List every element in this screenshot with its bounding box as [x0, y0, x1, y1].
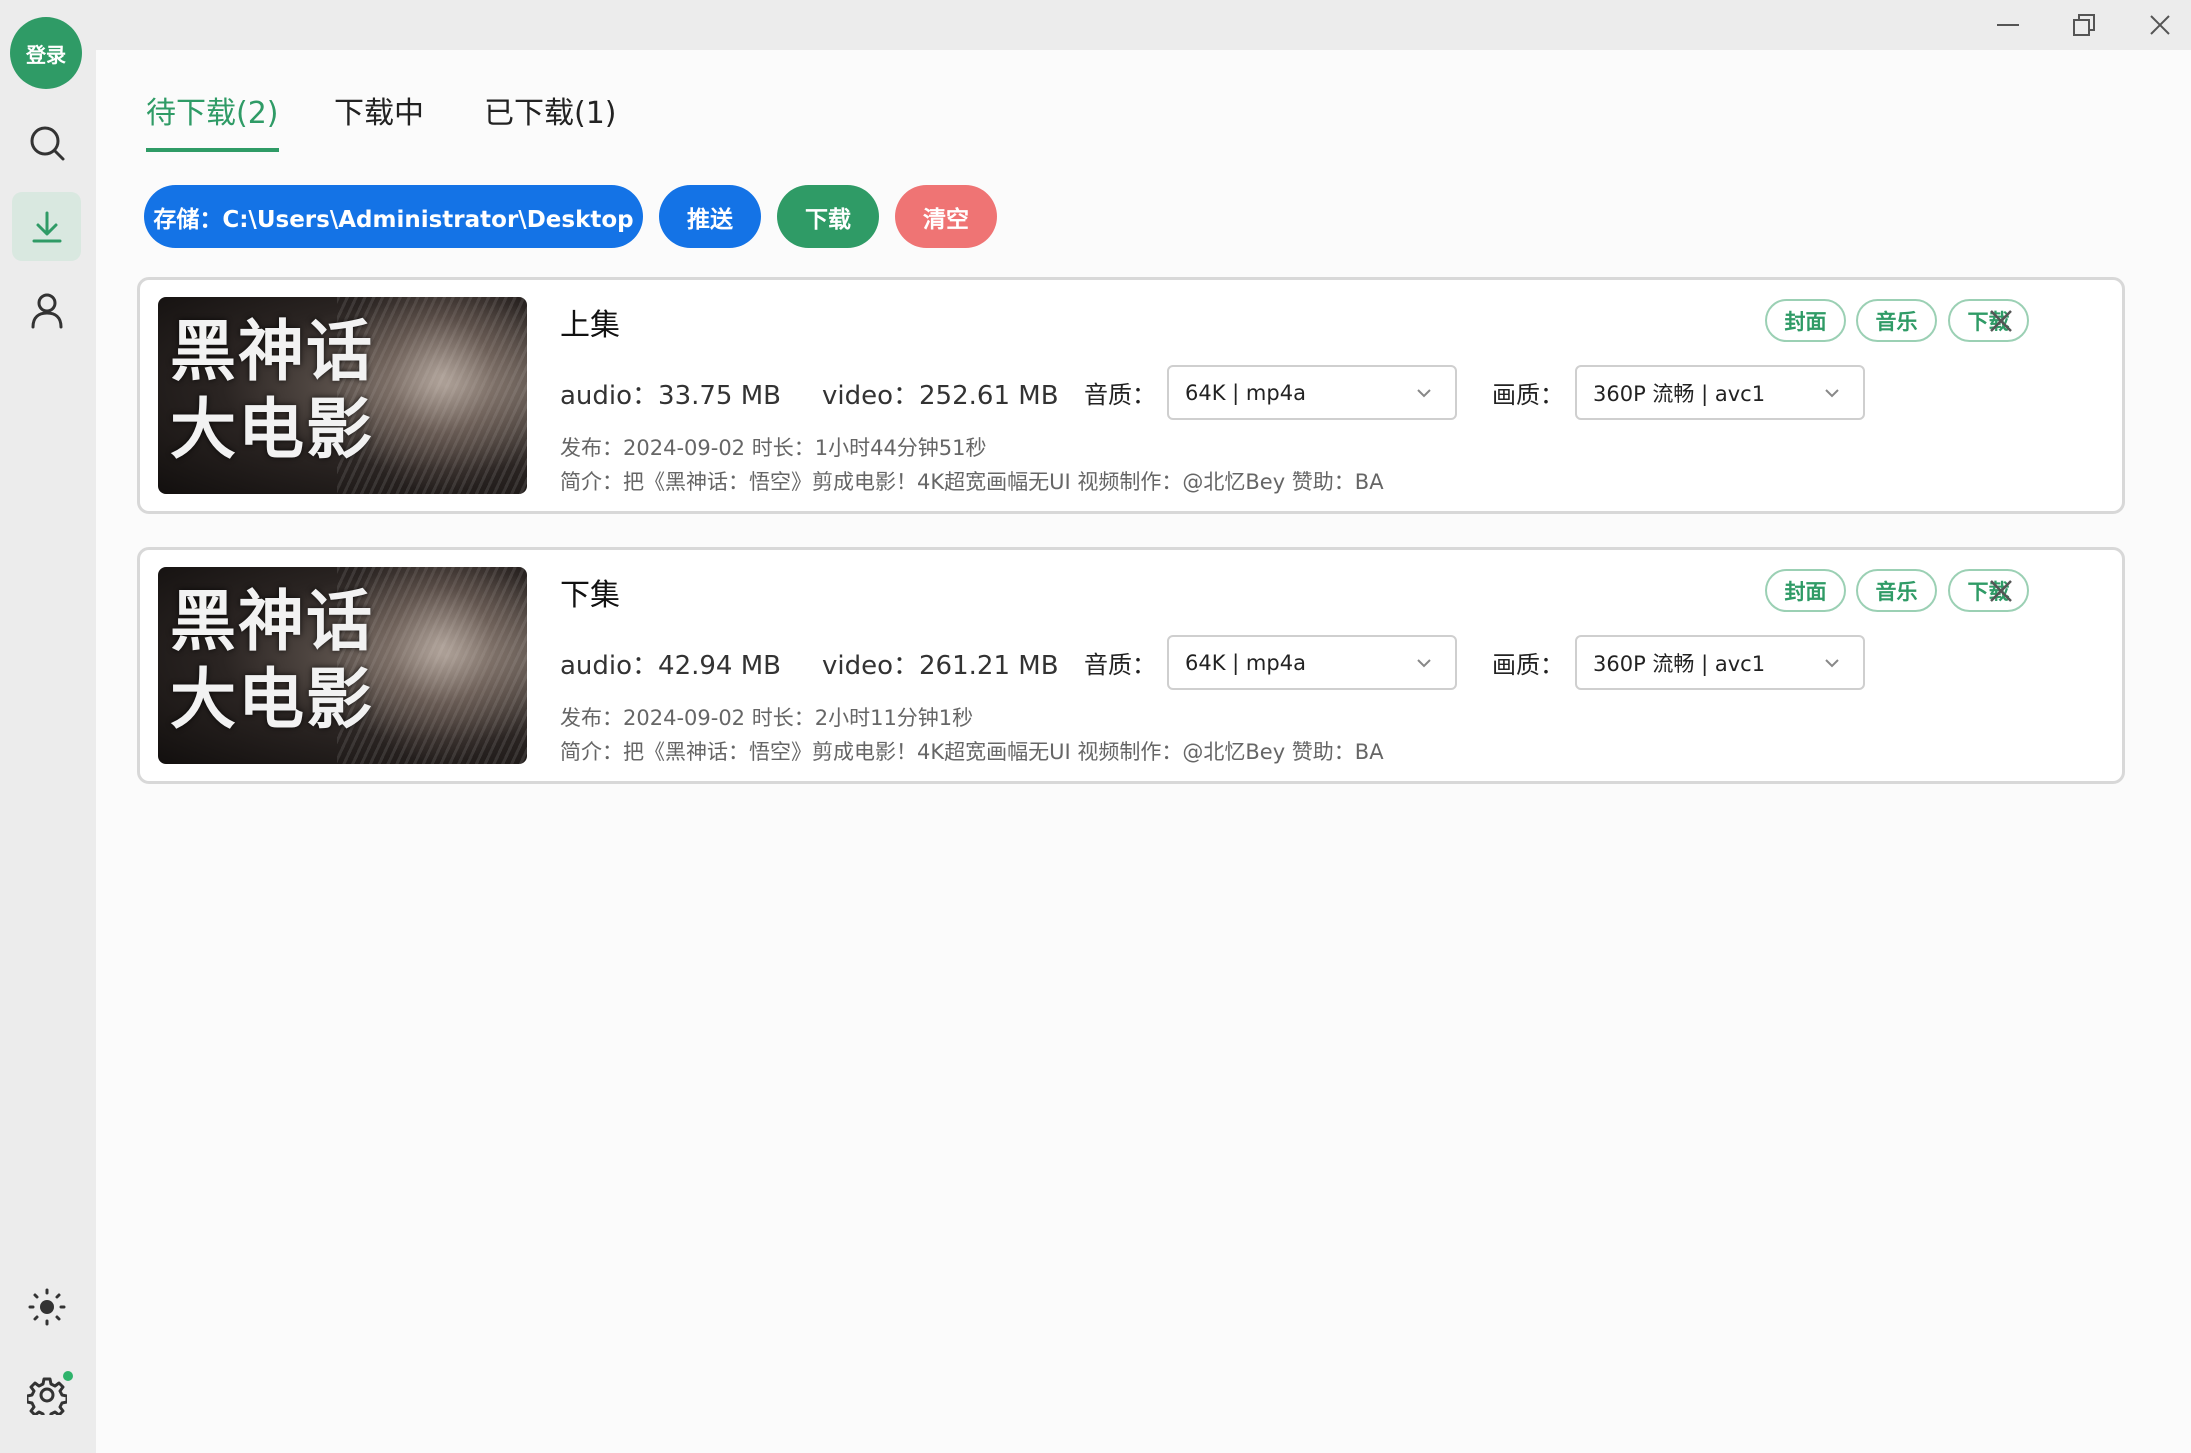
intro-text: 简介：把《黑神话：悟空》剪成电影！4K超宽画幅无UI 视频制作：@北忆Bey 赞… [560, 470, 1384, 494]
settings-icon [26, 1377, 67, 1415]
item-title: 上集 [560, 308, 620, 343]
item-title: 下集 [560, 578, 620, 613]
audio-size: audio：42.94 MB [560, 651, 782, 681]
video-quality-select[interactable]: 360P 流畅 | avc1 [1575, 635, 1865, 690]
tab-downloading[interactable]: 下载中 [334, 88, 424, 148]
video-thumbnail: 黑神话 大电影 [158, 567, 527, 764]
audio-quality-select[interactable]: 64K | mp4a [1167, 635, 1457, 690]
download-all-button[interactable]: 下载 [777, 185, 879, 248]
brightness-icon [28, 1288, 65, 1325]
cover-button[interactable]: 封面 [1765, 299, 1846, 342]
audio-quality-label: 音质： [1084, 381, 1156, 409]
title-bar [96, 0, 2191, 50]
download-item-card: 黑神话 大电影 上集 audio：33.75 MB video：252.61 M… [137, 277, 2125, 514]
thumbnail-title-line1: 黑神话 [170, 582, 374, 660]
user-nav-button[interactable] [12, 275, 81, 344]
push-button[interactable]: 推送 [659, 185, 761, 248]
video-quality-value: 360P 流畅 | avc1 [1593, 651, 1766, 676]
theme-toggle-button[interactable] [12, 1272, 81, 1341]
restore-button[interactable] [2067, 8, 2101, 42]
audio-quality-value: 64K | mp4a [1185, 380, 1306, 405]
download-nav-button[interactable] [12, 192, 81, 261]
video-quality-value: 360P 流畅 | avc1 [1593, 381, 1766, 406]
search-nav-button[interactable] [12, 108, 81, 177]
close-icon[interactable] [1987, 577, 2015, 605]
audio-quality-label: 音质： [1084, 651, 1156, 679]
clear-button[interactable]: 清空 [895, 185, 997, 248]
publish-info: 发布：2024-09-02 时长：1小时44分钟51秒 [560, 436, 987, 460]
storage-path-button[interactable]: 存储：C:\Users\Administrator\Desktop [144, 185, 643, 248]
settings-button[interactable] [12, 1360, 81, 1429]
audio-size: audio：33.75 MB [560, 381, 782, 411]
cover-button[interactable]: 封面 [1765, 569, 1846, 612]
tab-downloaded[interactable]: 已下载(1) [484, 88, 617, 148]
minimize-icon [1997, 24, 2019, 26]
video-quality-label: 画质： [1492, 381, 1564, 409]
minimize-button[interactable] [1991, 8, 2025, 42]
video-size: video：252.61 MB [822, 381, 1059, 411]
login-button[interactable]: 登录 [10, 17, 82, 89]
close-window-button[interactable] [2143, 8, 2177, 42]
close-icon [2150, 15, 2170, 35]
audio-quality-select[interactable]: 64K | mp4a [1167, 365, 1457, 420]
thumbnail-title-line2: 大电影 [170, 390, 374, 468]
download-icon [32, 211, 61, 242]
status-dot [63, 1371, 73, 1381]
tab-pending[interactable]: 待下载(2) [146, 88, 279, 152]
video-thumbnail: 黑神话 大电影 [158, 297, 527, 494]
video-size: video：261.21 MB [822, 651, 1059, 681]
publish-info: 发布：2024-09-02 时长：2小时11分钟1秒 [560, 706, 974, 730]
thumbnail-title-line1: 黑神话 [170, 312, 374, 390]
sidebar: 登录 [0, 0, 96, 1453]
restore-icon [2073, 14, 2095, 36]
chevron-down-icon [1417, 389, 1431, 398]
close-icon[interactable] [1987, 307, 2015, 335]
chevron-down-icon [1825, 659, 1839, 668]
thumbnail-title-line2: 大电影 [170, 660, 374, 738]
intro-text: 简介：把《黑神话：悟空》剪成电影！4K超宽画幅无UI 视频制作：@北忆Bey 赞… [560, 740, 1384, 764]
chevron-down-icon [1417, 659, 1431, 668]
chevron-down-icon [1825, 389, 1839, 398]
audio-quality-value: 64K | mp4a [1185, 650, 1306, 675]
user-icon [31, 293, 62, 328]
download-item-card: 黑神话 大电影 下集 audio：42.94 MB video：261.21 M… [137, 547, 2125, 784]
video-quality-select[interactable]: 360P 流畅 | avc1 [1575, 365, 1865, 420]
music-button[interactable]: 音乐 [1856, 299, 1937, 342]
music-button[interactable]: 音乐 [1856, 569, 1937, 612]
search-icon [30, 126, 64, 160]
video-quality-label: 画质： [1492, 651, 1564, 679]
